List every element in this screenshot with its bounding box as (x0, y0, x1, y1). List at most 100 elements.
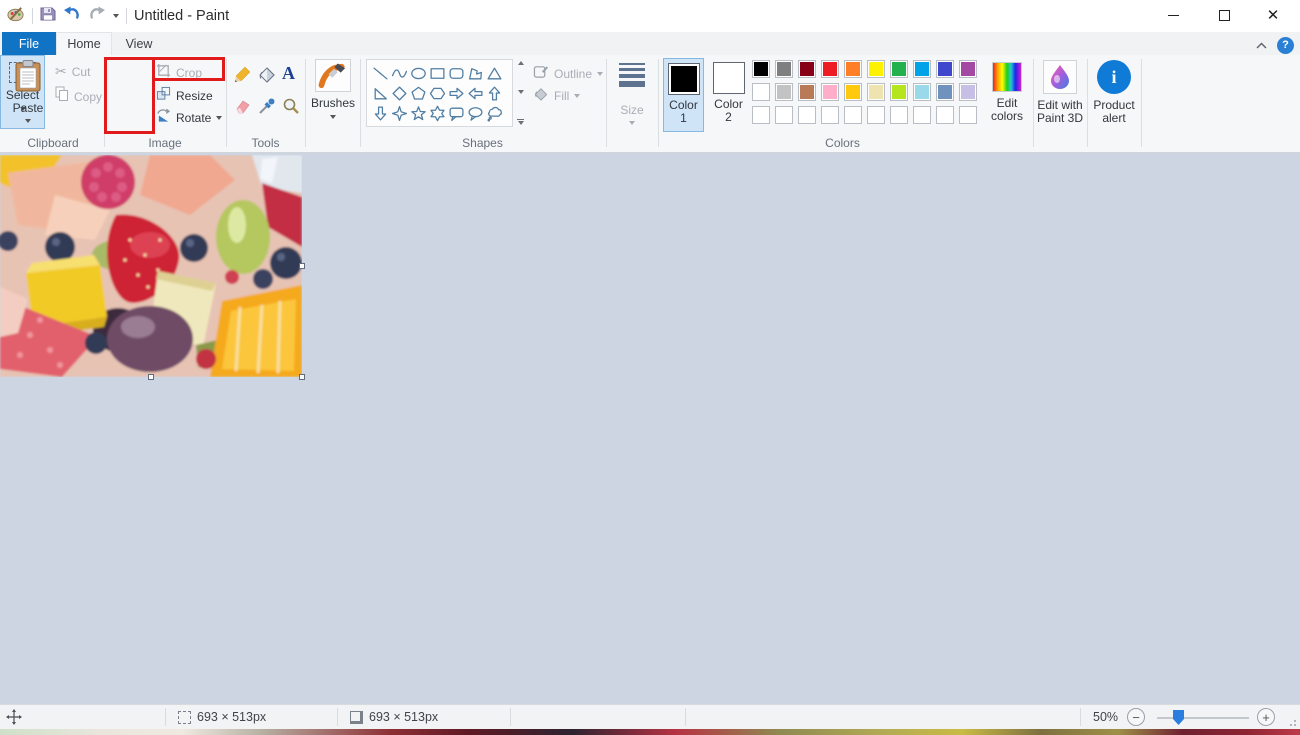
crop-button[interactable]: Crop (156, 63, 202, 83)
shape-diamond-icon[interactable] (391, 84, 409, 102)
shape-rectangle-icon[interactable] (429, 64, 447, 82)
palette-color-22b14c[interactable] (890, 60, 908, 78)
zoom-slider-track[interactable] (1157, 717, 1249, 719)
redo-icon[interactable] (88, 6, 106, 27)
palette-color-ff7f27[interactable] (844, 60, 862, 78)
shape-five-point-star-icon[interactable] (410, 104, 428, 122)
palette-empty-slot[interactable] (936, 106, 954, 124)
palette-color-7092be[interactable] (936, 83, 954, 101)
tab-view[interactable]: View (112, 32, 166, 55)
color2-button[interactable]: Color 2 (708, 58, 749, 132)
palette-empty-slot[interactable] (752, 106, 770, 124)
selection-handle-bottom[interactable] (148, 374, 154, 380)
shape-arrow-left-icon[interactable] (467, 84, 485, 102)
shape-ellipse-icon[interactable] (410, 64, 428, 82)
palette-empty-slot[interactable] (798, 106, 816, 124)
close-button[interactable]: ✕ (1250, 0, 1296, 30)
shape-curve-icon[interactable] (391, 64, 409, 82)
palette-empty-slot[interactable] (913, 106, 931, 124)
palette-color-ffc90e[interactable] (844, 83, 862, 101)
product-alert-button[interactable]: i Product alert (1090, 60, 1138, 125)
canvas-image-selection[interactable] (0, 155, 302, 377)
collapse-ribbon-icon[interactable] (1256, 36, 1267, 54)
zoom-out-button[interactable]: − (1127, 705, 1145, 729)
palette-color-c3c3c3[interactable] (775, 83, 793, 101)
palette-color-000000[interactable] (752, 60, 770, 78)
shape-rounded-rectangle-icon[interactable] (448, 64, 466, 82)
shape-hexagon-icon[interactable] (429, 84, 447, 102)
shapes-scroll-down-icon[interactable] (518, 90, 524, 94)
copy-button[interactable]: Copy (55, 86, 102, 107)
palette-color-00a2e8[interactable] (913, 60, 931, 78)
palette-color-ffaec9[interactable] (821, 83, 839, 101)
palette-color-99d9ea[interactable] (913, 83, 931, 101)
undo-icon[interactable] (63, 6, 81, 27)
qat-dropdown-icon[interactable] (113, 14, 119, 18)
outline-button[interactable]: Outline (533, 64, 603, 84)
selection-handle-bottom-right[interactable] (299, 374, 305, 380)
shape-arrow-down-icon[interactable] (372, 104, 390, 122)
resize-button[interactable]: Resize (156, 86, 213, 106)
tab-home[interactable]: Home (56, 32, 112, 55)
shape-arrow-up-icon[interactable] (486, 84, 504, 102)
size-button[interactable]: Size (612, 63, 652, 125)
rotate-button[interactable]: Rotate (156, 108, 222, 128)
shape-rounded-callout-icon[interactable] (448, 104, 466, 122)
color1-button[interactable]: Color 1 (663, 58, 704, 132)
palette-empty-slot[interactable] (775, 106, 793, 124)
resize-grip-icon[interactable] (1286, 716, 1296, 726)
palette-empty-slot[interactable] (959, 106, 977, 124)
pencil-tool[interactable] (233, 66, 251, 89)
shapes-scroll-up-icon[interactable] (518, 61, 524, 65)
shape-right-triangle-icon[interactable] (372, 84, 390, 102)
palette-color-fff200[interactable] (867, 60, 885, 78)
paste-button[interactable]: Paste (6, 59, 50, 123)
fill-tool[interactable] (258, 66, 276, 89)
palette-color-ed1c24[interactable] (821, 60, 839, 78)
zoom-slider-thumb[interactable] (1173, 710, 1184, 725)
shape-line-icon[interactable] (372, 64, 390, 82)
edit-with-paint3d-button[interactable]: Edit with Paint 3D (1037, 60, 1083, 125)
shapes-more-icon[interactable] (517, 119, 524, 125)
palette-color-a349a4[interactable] (959, 60, 977, 78)
palette-color-b5e61d[interactable] (890, 83, 908, 101)
shape-triangle-icon[interactable] (486, 64, 504, 82)
shape-polygon-icon[interactable] (467, 64, 485, 82)
palette-color-efe4b0[interactable] (867, 83, 885, 101)
brushes-label: Brushes (311, 96, 355, 110)
palette-color-ffffff[interactable] (752, 83, 770, 101)
shape-pentagon-icon[interactable] (410, 84, 428, 102)
help-icon[interactable]: ? (1277, 37, 1294, 54)
color-picker-tool[interactable] (258, 97, 276, 120)
zoom-in-button[interactable]: + (1257, 705, 1275, 729)
palette-empty-slot[interactable] (890, 106, 908, 124)
size-dropdown-icon (629, 121, 635, 125)
shape-six-point-star-icon[interactable] (429, 104, 447, 122)
minimize-button[interactable] (1150, 0, 1196, 30)
fill-button[interactable]: Fill (533, 86, 580, 106)
palette-empty-slot[interactable] (821, 106, 839, 124)
brushes-button[interactable]: Brushes (310, 59, 356, 119)
shape-cloud-callout-icon[interactable] (486, 104, 504, 122)
drawing-canvas[interactable] (0, 153, 1300, 704)
palette-color-7f7f7f[interactable] (775, 60, 793, 78)
palette-color-880015[interactable] (798, 60, 816, 78)
palette-empty-slot[interactable] (844, 106, 862, 124)
shape-oval-callout-icon[interactable] (467, 104, 485, 122)
selection-handle-right[interactable] (299, 263, 305, 269)
edit-colors-button[interactable]: Edit colors (983, 62, 1031, 123)
maximize-button[interactable] (1201, 0, 1247, 30)
magnifier-tool[interactable] (282, 97, 300, 120)
color1-label: Color 1 (665, 99, 703, 125)
eraser-tool[interactable] (233, 97, 251, 120)
text-tool[interactable]: A (282, 64, 295, 82)
shape-four-point-star-icon[interactable] (391, 104, 409, 122)
palette-color-3f48cc[interactable] (936, 60, 954, 78)
tab-file[interactable]: File (2, 32, 56, 55)
palette-empty-slot[interactable] (867, 106, 885, 124)
palette-color-b97a57[interactable] (798, 83, 816, 101)
save-icon[interactable] (40, 6, 56, 27)
shape-arrow-right-icon[interactable] (448, 84, 466, 102)
palette-color-c8bfe7[interactable] (959, 83, 977, 101)
cut-button[interactable]: ✂ Cut (55, 63, 90, 80)
